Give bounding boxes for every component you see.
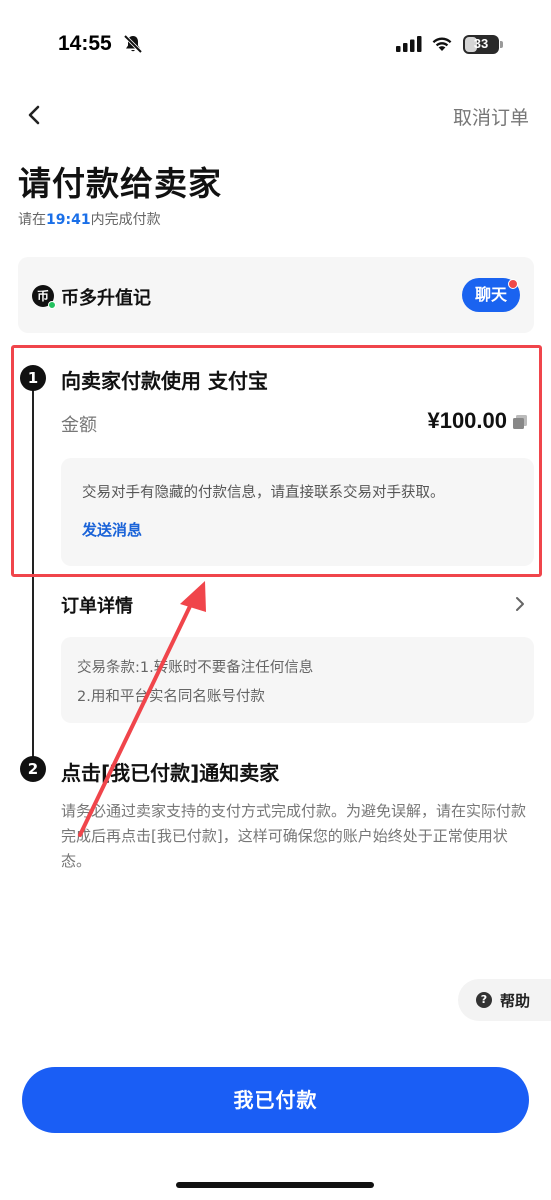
annotation-highlight-box	[11, 345, 542, 577]
deadline-suffix: 内完成付款	[90, 212, 161, 228]
online-status-dot	[48, 301, 56, 309]
back-chevron-icon[interactable]	[22, 100, 48, 130]
payment-deadline: 请在19:41内完成付款	[18, 209, 161, 229]
step-2-description: 请务必通过卖家支持的支付方式完成付款。为避免误解，请在实际付款完成后再点击[我已…	[61, 802, 527, 870]
chevron-right-icon[interactable]	[512, 594, 528, 614]
step-2-title: 点击[我已付款]通知卖家	[61, 761, 280, 785]
battery-level: 33	[473, 36, 489, 51]
wifi-icon	[432, 37, 452, 51]
step-2-number: 2	[20, 756, 46, 782]
battery-icon: 33	[463, 35, 503, 54]
status-bar: 14:55 33	[0, 0, 551, 90]
status-time: 14:55	[58, 32, 112, 55]
terms-line-2: 2.用和平台实名同名账号付款	[77, 689, 265, 705]
home-indicator	[176, 1182, 374, 1188]
seller-card: 币 币多升值记 聊天	[18, 257, 534, 333]
help-label: 帮助	[500, 992, 531, 1010]
cellular-signal-icon	[396, 36, 422, 52]
deadline-prefix: 请在	[18, 212, 46, 228]
trade-terms: 交易条款:1.转账时不要备注任何信息 2.用和平台实名同名账号付款	[61, 637, 534, 723]
help-button[interactable]: ? 帮助	[458, 979, 551, 1021]
terms-line-1: 交易条款:1.转账时不要备注任何信息	[77, 660, 314, 676]
page-title: 请付款给卖家	[18, 164, 222, 203]
order-details-row[interactable]: 订单详情	[61, 592, 133, 618]
help-question-icon: ?	[476, 992, 492, 1008]
unread-badge	[508, 279, 518, 289]
bell-slash-icon	[123, 34, 143, 54]
deadline-countdown: 19:41	[46, 212, 91, 228]
seller-name: 币多升值记	[61, 288, 151, 309]
i-have-paid-button[interactable]: 我已付款	[22, 1067, 529, 1133]
cancel-order-button[interactable]: 取消订单	[453, 103, 529, 130]
